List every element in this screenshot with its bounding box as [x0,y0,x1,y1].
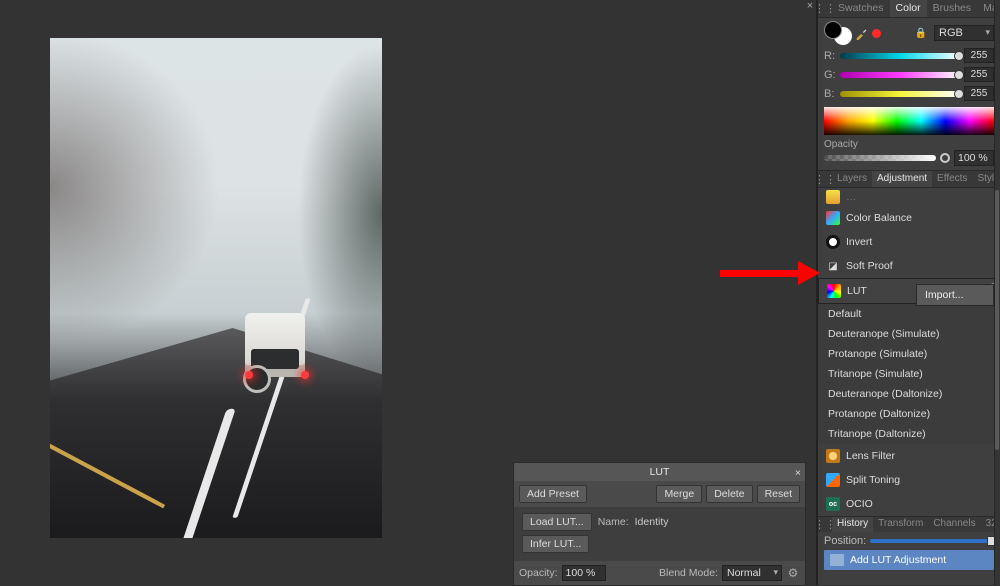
ocio-icon: oc [826,497,840,511]
adj-lens-filter[interactable]: Lens Filter [818,444,1000,468]
blend-mode-label: Blend Mode: [659,567,718,579]
adj-split-toning[interactable]: Split Toning [818,468,1000,492]
history-entry[interactable]: Add LUT Adjustment [824,550,994,570]
history-position: Position: [818,532,1000,550]
opacity-slider[interactable] [824,155,936,161]
lut-dialog-title[interactable]: LUT × [514,463,805,481]
lut-preset-prot-dal[interactable]: Protanope (Daltonize) [818,404,1000,424]
adj-ocio[interactable]: oc OCIO [818,492,1000,516]
adj-soft-proof[interactable]: ◪ Soft Proof [818,254,1000,278]
lut-name-value: Identity [635,516,669,528]
r-slider[interactable] [840,53,960,59]
import-menu-item[interactable]: Import... [916,284,994,306]
adj-label: Color Balance [846,212,912,224]
van [239,313,311,403]
selective-color-icon [826,190,840,204]
history-entry-label: Add LUT Adjustment [850,554,946,566]
color-balance-icon [826,211,840,225]
lut-preset-deut-sim[interactable]: Deuteranope (Simulate) [818,324,1000,344]
reset-button[interactable]: Reset [757,485,800,503]
lut-icon [827,284,841,298]
merge-button[interactable]: Merge [656,485,702,503]
lut-preset-trit-dal[interactable]: Tritanope (Daltonize) [818,424,1000,444]
infer-lut-button[interactable]: Infer LUT... [522,535,589,553]
fg-bg-swatch[interactable] [824,21,852,45]
grip-icon[interactable]: ⋮⋮ [818,171,832,187]
tab-brushes[interactable]: Brushes [927,0,978,17]
close-icon[interactable]: × [795,464,801,482]
lut-preset-default[interactable]: Default [818,304,1000,324]
adjustment-list: … Color Balance Invert ◪ Soft Proof LUT … [818,188,1000,516]
opacity-label: Opacity [824,139,994,150]
document-image[interactable] [50,38,382,538]
lut-preset-trit-sim[interactable]: Tritanope (Simulate) [818,364,1000,384]
grip-icon[interactable]: ⋮⋮ [818,0,832,17]
blend-mode-select[interactable]: Normal [722,565,782,581]
adj-selective-color[interactable]: … [818,188,1000,206]
r-label: R: [824,50,836,62]
r-input[interactable] [964,48,994,63]
sidebar-scrollbar[interactable] [994,0,1000,585]
tab-color[interactable]: Color [890,0,927,17]
soft-proof-icon: ◪ [826,259,840,273]
opacity-value[interactable]: 100 % [954,150,994,166]
channel-b: B: [818,84,1000,103]
tab-effects[interactable]: Effects [932,171,972,187]
panel-tabs: ⋮⋮ Layers Adjustment Effects Styles Stoc… [818,170,1000,188]
adj-label: LUT [847,285,867,297]
opacity-label: Opacity: [519,567,558,579]
adj-label: Soft Proof [846,260,893,272]
eyedropper-icon[interactable] [855,26,869,40]
right-sidebar: ⋮⋮ Swatches Color Brushes Macro 🔒 RGB R:… [817,0,1000,585]
adj-label: OCIO [846,498,873,510]
studio-tabs: ⋮⋮ Swatches Color Brushes Macro [818,0,1000,18]
record-dot-icon [872,29,881,38]
lock-icon[interactable]: 🔒 [915,28,927,39]
opacity-handle-icon[interactable] [940,153,950,163]
tab-channels[interactable]: Channels [928,517,980,532]
add-preset-button[interactable]: Add Preset [519,485,587,503]
bottom-tabs: ⋮⋮ History Transform Channels 32P [818,516,1000,532]
adj-label: … [846,191,857,203]
tab-layers[interactable]: Layers [832,171,872,187]
adj-invert[interactable]: Invert [818,230,1000,254]
channel-r: R: [818,46,1000,65]
lut-dialog: LUT × Add Preset Merge Delete Reset Load… [513,462,806,586]
tab-swatches[interactable]: Swatches [832,0,890,17]
lut-preset-prot-sim[interactable]: Protanope (Simulate) [818,344,1000,364]
lut-dialog-title-text: LUT [650,466,670,478]
spectrum-picker[interactable] [824,107,994,135]
lut-preset-list: Default Deuteranope (Simulate) Protanope… [818,304,1000,444]
opacity-input[interactable]: 100 % [562,565,606,581]
load-lut-button[interactable]: Load LUT... [522,513,592,531]
tab-transform[interactable]: Transform [873,517,928,532]
tab-adjustment[interactable]: Adjustment [872,171,932,187]
b-input[interactable] [964,86,994,101]
tab-history[interactable]: History [832,517,873,532]
adj-label: Invert [846,236,872,248]
g-label: G: [824,69,836,81]
lut-name-label: Name: [598,516,629,528]
split-toning-icon [826,473,840,487]
color-mode-select[interactable]: RGB [934,25,994,41]
adj-color-balance[interactable]: Color Balance [818,206,1000,230]
g-input[interactable] [964,67,994,82]
adj-label: Split Toning [846,474,900,486]
position-slider[interactable] [870,539,994,543]
channel-g: G: [818,65,1000,84]
grip-icon[interactable]: ⋮⋮ [818,517,832,532]
b-slider[interactable] [840,91,960,97]
lut-preset-deut-dal[interactable]: Deuteranope (Daltonize) [818,384,1000,404]
position-label: Position: [824,535,866,547]
b-label: B: [824,88,836,100]
g-slider[interactable] [840,72,960,78]
lens-filter-icon [826,449,840,463]
invert-icon [826,235,840,249]
delete-button[interactable]: Delete [706,485,752,503]
adj-label: Lens Filter [846,450,895,462]
gear-icon[interactable]: ⚙ [786,566,800,580]
history-entry-icon [830,554,844,566]
